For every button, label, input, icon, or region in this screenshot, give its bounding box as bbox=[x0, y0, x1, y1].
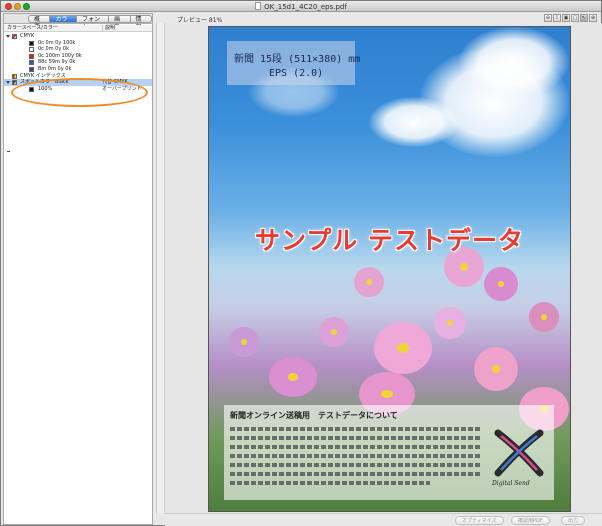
color-inspector-pane: 概要 カラー フォント 画像 情報 カラースペース/カラー 説明 CMYK 0c… bbox=[3, 13, 153, 525]
proof-pdf-button[interactable]: 確認用PDF bbox=[511, 516, 550, 525]
edge-marker bbox=[7, 151, 10, 152]
body-text-line bbox=[230, 445, 480, 449]
flower-shape bbox=[229, 327, 259, 357]
color-label: 0c 0m 0y 0k bbox=[38, 46, 69, 53]
flower-shape bbox=[374, 322, 432, 374]
sample-heading: サンプル テストデータ bbox=[255, 226, 524, 255]
color-swatch bbox=[29, 47, 34, 53]
flower-shape bbox=[484, 267, 518, 301]
body-text-line bbox=[230, 427, 480, 431]
fit-page-icon[interactable]: ▣ bbox=[562, 14, 570, 22]
window-title: OK_15d1_4C20_eps.pdf bbox=[264, 3, 347, 11]
column-header-colorspace[interactable]: カラースペース/カラー bbox=[7, 25, 58, 32]
tab-bar: 概要 カラー フォント 画像 情報 bbox=[4, 14, 153, 31]
tab-colors[interactable]: カラー bbox=[50, 15, 78, 31]
tab-info[interactable]: 情報 bbox=[130, 15, 153, 31]
body-text-line bbox=[230, 463, 480, 467]
flower-shape bbox=[269, 357, 317, 397]
spec-box: 新聞 15段 (511×380) mm EPS (2.0) bbox=[227, 41, 360, 85]
color-label: 88c 59m 9y 0k bbox=[38, 59, 76, 66]
index-colorspace-icon bbox=[12, 73, 17, 79]
output-button[interactable]: 出力 bbox=[561, 516, 586, 525]
color-swatch-row[interactable]: 88c 59m 9y 0k bbox=[4, 59, 152, 66]
color-swatch bbox=[29, 40, 34, 46]
split-view-divider[interactable] bbox=[156, 23, 165, 513]
window-title-wrap: OK_15d1_4C20_eps.pdf bbox=[1, 2, 601, 11]
disclosure-triangle-icon[interactable] bbox=[6, 35, 10, 38]
color-swatch bbox=[29, 53, 34, 59]
flower-shape bbox=[354, 267, 384, 297]
preview-toolbar: ⊖ I ▣ □ ↖ ⊕ bbox=[544, 14, 597, 22]
info-box-title: 新聞オンライン送稿用 テストデータについて bbox=[230, 411, 398, 420]
body-text-line bbox=[230, 454, 480, 458]
highlight-annotation-ring bbox=[11, 78, 148, 107]
flower-shape bbox=[474, 347, 518, 391]
pointer-icon[interactable]: ↖ bbox=[580, 14, 588, 22]
digital-send-logo bbox=[494, 429, 544, 477]
cmyk-colorspace-icon bbox=[12, 34, 17, 39]
color-swatch bbox=[29, 66, 34, 72]
logo-wordmark: Digital Send bbox=[492, 480, 530, 487]
tab-group: 概要 カラー フォント 画像 情報 bbox=[28, 15, 153, 31]
color-list-header: カラースペース/カラー 説明 bbox=[4, 25, 152, 32]
spec-size-text: 新聞 15段 (511×380) mm bbox=[234, 54, 361, 65]
zoom-in-icon[interactable]: ⊕ bbox=[589, 14, 597, 22]
tab-summary[interactable]: 概要 bbox=[28, 15, 51, 31]
body-text-line bbox=[230, 472, 480, 476]
spot-color-icon bbox=[12, 80, 17, 86]
color-label: Bm 0m 0y 0k bbox=[38, 65, 72, 72]
color-swatch-row[interactable]: Bm 0m 0y 0k bbox=[4, 66, 152, 73]
pdf-page-preview: 新聞 15段 (511×380) mm EPS (2.0) サンプル テストデー… bbox=[208, 26, 571, 512]
zoom-out-icon[interactable]: ⊖ bbox=[544, 14, 552, 22]
bottom-action-bar: オプティマイズ 確認用PDF 出力 bbox=[165, 513, 602, 526]
info-text-box: 新聞オンライン送稿用 テストデータについて Digital Send bbox=[224, 405, 554, 500]
app-window: OK_15d1_4C20_eps.pdf 概要 カラー フォント 画像 情報 カ… bbox=[0, 0, 602, 526]
body-text-line bbox=[230, 481, 430, 485]
tab-images[interactable]: 画像 bbox=[109, 15, 131, 31]
spec-format-text: EPS (2.0) bbox=[269, 68, 324, 79]
color-label: 0c 0m 0y 100k bbox=[38, 39, 76, 46]
tab-fonts[interactable]: フォント bbox=[77, 15, 110, 31]
color-swatch-row[interactable]: 0c 0m 0y 100k bbox=[4, 40, 152, 47]
tree-label: CMYK bbox=[20, 33, 35, 39]
tree-group-cmyk[interactable]: CMYK bbox=[4, 33, 152, 40]
column-header-description[interactable]: 説明 bbox=[102, 25, 115, 32]
flower-shape bbox=[434, 307, 466, 339]
color-label: 0c 100m 100y 0k bbox=[38, 52, 82, 59]
title-bar: OK_15d1_4C20_eps.pdf bbox=[1, 1, 601, 12]
body-text-line bbox=[230, 436, 480, 440]
flower-shape bbox=[319, 317, 349, 347]
optimize-button[interactable]: オプティマイズ bbox=[455, 516, 504, 525]
disclosure-triangle-icon[interactable] bbox=[6, 81, 10, 85]
color-swatch bbox=[29, 60, 34, 66]
color-swatch-row[interactable]: 0c 100m 100y 0k bbox=[4, 53, 152, 60]
document-icon bbox=[255, 2, 262, 10]
text-cursor-icon[interactable]: I bbox=[553, 14, 561, 22]
cloud-shape bbox=[369, 97, 459, 147]
single-page-icon[interactable]: □ bbox=[571, 14, 579, 22]
color-swatch-row[interactable]: 0c 0m 0y 0k bbox=[4, 46, 152, 53]
cloud-shape bbox=[459, 27, 569, 97]
flower-shape bbox=[529, 302, 559, 332]
